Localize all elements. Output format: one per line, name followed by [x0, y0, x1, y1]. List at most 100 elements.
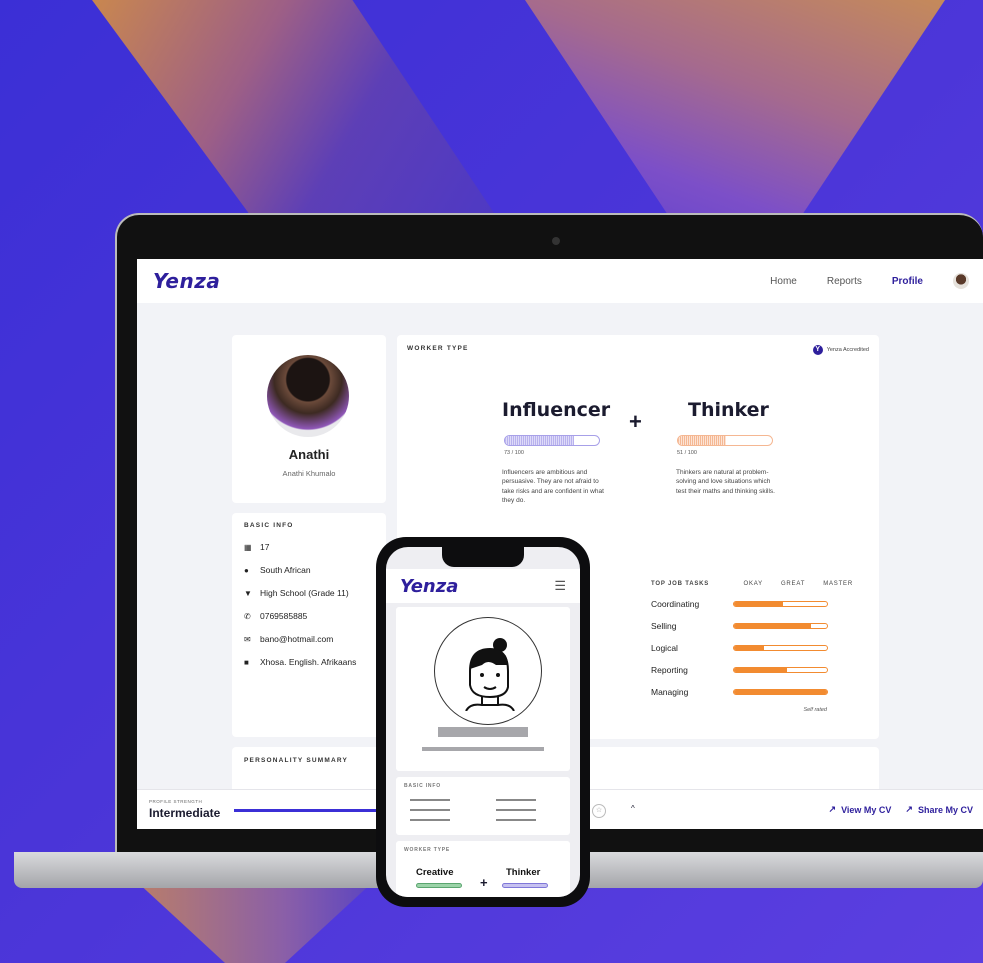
- level-master: MASTER: [823, 581, 853, 587]
- task-row: Reporting: [651, 665, 871, 675]
- secondary-description: Thinkers are natural at problem-solving …: [676, 469, 775, 495]
- info-placeholder: [496, 809, 536, 811]
- type-plus: +: [629, 409, 642, 434]
- menu-icon[interactable]: ☰: [554, 578, 566, 594]
- info-age-value: 17: [260, 542, 270, 552]
- info-placeholder: [410, 819, 450, 821]
- nav-links: Home Reports Profile: [770, 273, 969, 289]
- task-level-fill: [734, 646, 764, 650]
- info-phone: ✆ 0769585885: [244, 611, 374, 621]
- phone-primary-type: Creative: [416, 867, 454, 878]
- face-illustration-icon: [465, 638, 515, 711]
- top-nav: Yenza Home Reports Profile: [137, 259, 983, 303]
- phone-basic-info-label: BASIC INFO: [404, 783, 441, 789]
- phone-icon: ✆: [244, 611, 251, 621]
- background-shape-bottom: [135, 880, 375, 963]
- info-education: ▼ High School (Grade 11): [244, 588, 374, 598]
- phone-nav: Yenza ☰: [386, 569, 580, 603]
- primary-score-fill: [505, 436, 574, 445]
- phone-logo[interactable]: Yenza: [400, 576, 458, 597]
- worker-type-label: WORKER TYPE: [407, 345, 469, 352]
- phone-type-plus: +: [480, 875, 488, 890]
- info-languages: ■ Xhosa. English. Afrikaans: [244, 657, 374, 667]
- task-level-bar: [733, 623, 828, 629]
- background-shape-left: [92, 0, 512, 240]
- name-placeholder: [438, 727, 528, 737]
- info-email: ✉ bano@hotmail.com: [244, 634, 374, 644]
- task-row: Selling: [651, 621, 871, 631]
- secondary-type-title: Thinker: [688, 399, 769, 421]
- task-name: Reporting: [651, 665, 688, 675]
- level-okay: OKAY: [743, 581, 763, 587]
- task-level-fill: [734, 624, 812, 628]
- task-level-bar: [733, 667, 828, 673]
- star-icon[interactable]: ☆: [592, 804, 606, 818]
- task-row: Logical: [651, 643, 871, 653]
- graduation-icon: ▼: [244, 588, 252, 598]
- info-nationality: ● South African: [244, 565, 374, 575]
- nav-profile[interactable]: Profile: [892, 276, 923, 287]
- strength-value: Intermediate: [149, 806, 221, 820]
- phone-basic-info-card: BASIC INFO: [396, 777, 570, 835]
- phone-secondary-bar: [502, 883, 548, 888]
- accredited-badge: Y Yenza Accredited: [812, 345, 869, 355]
- primary-type-title: Influencer: [502, 399, 611, 421]
- level-great: GREAT: [780, 581, 806, 587]
- basic-info-card: BASIC INFO ▦ 17 ● South African ▼ High Scho…: [232, 513, 386, 737]
- primary-score-text: 73 / 100: [504, 450, 524, 456]
- phone-screen: Yenza ☰ BASIC INFO WORKER TYPE Creative …: [386, 547, 580, 897]
- task-level-fill: [734, 668, 787, 672]
- task-name: Coordinating: [651, 599, 700, 609]
- tasks-header: TOP JOB TASKS OKAY GREAT MASTER: [651, 581, 871, 587]
- secondary-score-bar: [677, 435, 773, 446]
- phone-primary-bar: [416, 883, 462, 888]
- profile-photo: [267, 355, 349, 437]
- info-placeholder: [496, 799, 536, 801]
- subtitle-placeholder: [422, 747, 544, 751]
- mail-icon: ✉: [244, 634, 251, 644]
- phone-secondary-type: Thinker: [506, 867, 541, 878]
- view-cv-label: View My CV: [841, 804, 892, 815]
- chevron-up-icon[interactable]: ^: [631, 804, 635, 813]
- phone-worker-type-card: WORKER TYPE Creative + Thinker: [396, 841, 570, 897]
- basic-info-label: BASIC INFO: [244, 522, 294, 529]
- external-link-icon: ↗: [905, 804, 913, 814]
- calendar-icon: ▦: [244, 542, 252, 552]
- secondary-score-fill: [678, 436, 726, 445]
- illustrated-avatar: [434, 617, 542, 725]
- nav-reports[interactable]: Reports: [827, 276, 862, 287]
- share-cv-button[interactable]: ↗ Share My CV: [905, 804, 973, 815]
- strength-bar: [234, 809, 384, 812]
- background-shape-right: [525, 0, 945, 240]
- profile-strength: PROFILE STRENGTH Intermediate: [149, 799, 220, 820]
- nav-home[interactable]: Home: [770, 276, 797, 287]
- chat-icon: ■: [244, 657, 249, 667]
- task-level-bar: [733, 689, 828, 695]
- share-cv-label: Share My CV: [917, 804, 973, 815]
- yenza-badge-icon: Y: [812, 345, 823, 355]
- info-age: ▦ 17: [244, 542, 374, 552]
- laptop-camera: [552, 237, 560, 245]
- profile-card: Anathi Anathi Khumalo: [232, 335, 386, 503]
- view-cv-button[interactable]: ↗ View My CV: [829, 804, 892, 815]
- tasks-label: TOP JOB TASKS: [651, 581, 710, 587]
- profile-full-name: Anathi Khumalo: [282, 469, 336, 478]
- task-level-bar: [733, 601, 828, 607]
- phone-frame: Yenza ☰ BASIC INFO WORKER TYPE Creative …: [376, 537, 590, 907]
- external-link-icon: ↗: [828, 804, 837, 814]
- info-placeholder: [410, 799, 450, 801]
- secondary-score-text: 51 / 100: [677, 450, 697, 456]
- primary-description: Influencers are ambitious and persuasive…: [502, 469, 604, 505]
- yenza-logo[interactable]: Yenza: [153, 269, 220, 293]
- task-level-fill: [734, 690, 827, 694]
- phone-worker-type-label: WORKER TYPE: [404, 847, 451, 853]
- user-avatar[interactable]: [953, 273, 969, 289]
- info-placeholder: [410, 809, 450, 811]
- task-level-fill: [734, 602, 784, 606]
- info-education-value: High School (Grade 11): [260, 588, 349, 598]
- top-job-tasks: TOP JOB TASKS OKAY GREAT MASTER Coordina…: [651, 581, 871, 713]
- info-nationality-value: South African: [260, 565, 311, 575]
- profile-name: Anathi: [288, 447, 330, 462]
- task-row: Managing: [651, 687, 871, 697]
- globe-icon: ●: [244, 565, 249, 575]
